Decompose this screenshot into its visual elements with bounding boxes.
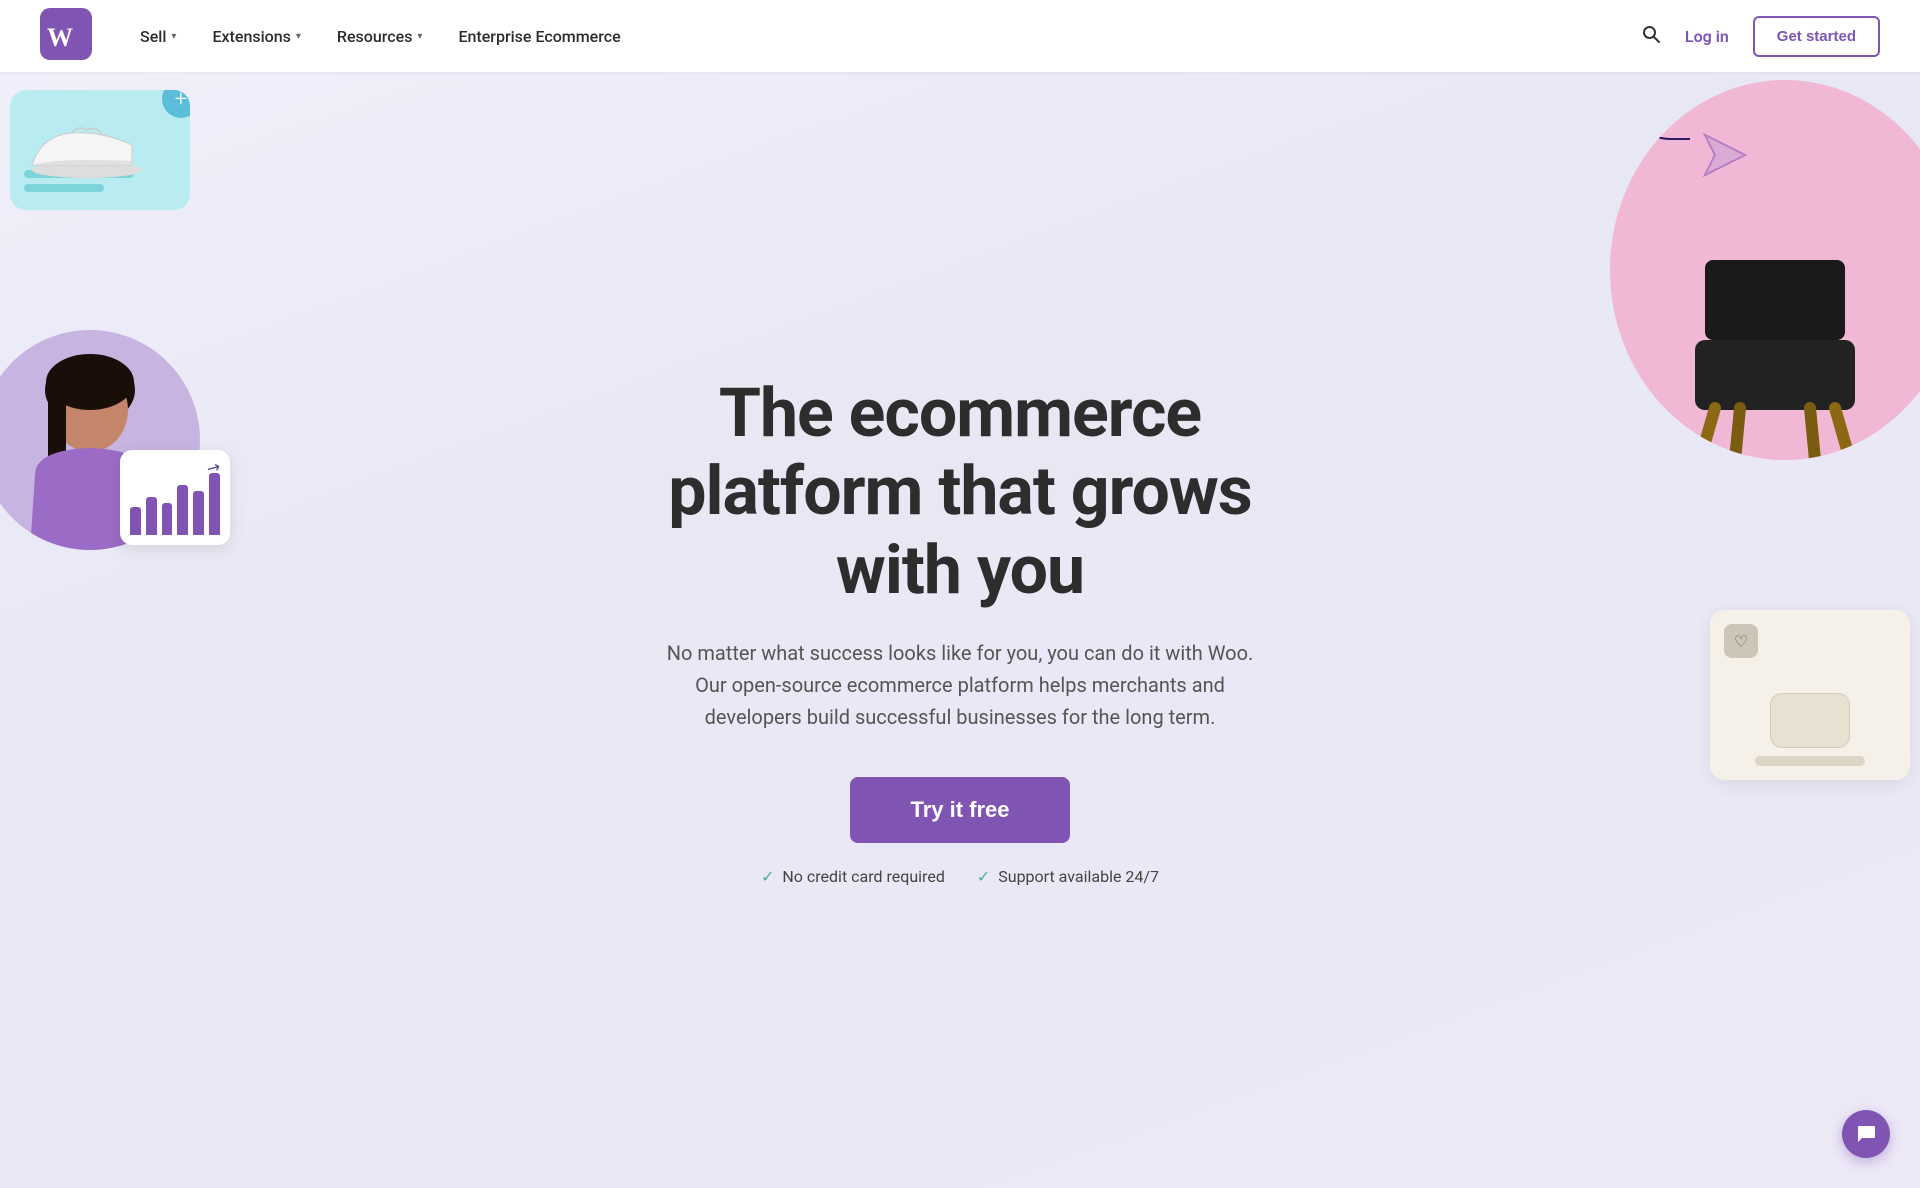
svg-text:W: W bbox=[47, 23, 73, 52]
chevron-down-icon: ▾ bbox=[296, 31, 301, 42]
hero-title: The ecommerce platform that grows with y… bbox=[630, 374, 1290, 609]
bar-1 bbox=[130, 507, 141, 535]
nav-sell[interactable]: Sell ▾ bbox=[140, 27, 176, 46]
hero-badges: ✓ No credit card required ✓ Support avai… bbox=[630, 867, 1290, 886]
bar-3 bbox=[162, 503, 173, 535]
shoe-image bbox=[22, 115, 142, 185]
product-card: ♡ bbox=[1710, 610, 1910, 780]
nav-enterprise[interactable]: Enterprise Ecommerce bbox=[458, 27, 620, 46]
soap-plate bbox=[1755, 756, 1865, 766]
paper-plane-icon bbox=[1700, 130, 1750, 184]
nav-links: Sell ▾ Extensions ▾ Resources ▾ Enterpri… bbox=[140, 27, 1641, 46]
nav-extensions[interactable]: Extensions ▾ bbox=[212, 27, 300, 46]
nav-resources[interactable]: Resources ▾ bbox=[337, 27, 423, 46]
curve-decoration bbox=[1630, 100, 1690, 140]
check-icon-1: ✓ bbox=[761, 867, 774, 886]
deco-left: + ↗ bbox=[0, 90, 280, 590]
chair-decoration bbox=[1610, 80, 1920, 460]
chevron-down-icon: ▾ bbox=[417, 31, 422, 42]
search-button[interactable] bbox=[1641, 24, 1661, 49]
hero-content: The ecommerce platform that grows with y… bbox=[610, 374, 1310, 886]
check-icon-2: ✓ bbox=[977, 867, 990, 886]
logo[interactable]: W bbox=[40, 8, 92, 64]
login-link[interactable]: Log in bbox=[1685, 27, 1729, 46]
bar-2 bbox=[146, 497, 157, 535]
hero-section: + ↗ bbox=[0, 0, 1920, 1188]
no-credit-card-badge: ✓ No credit card required bbox=[761, 867, 945, 886]
chart-card: ↗ bbox=[120, 450, 230, 545]
support-badge: ✓ Support available 24/7 bbox=[977, 867, 1159, 886]
deco-right: ♡ bbox=[1610, 80, 1920, 460]
try-it-free-button[interactable]: Try it free bbox=[850, 777, 1069, 843]
add-icon[interactable]: + bbox=[162, 90, 190, 118]
trend-arrow-icon: ↗ bbox=[203, 456, 224, 479]
soap-image bbox=[1770, 693, 1850, 748]
nav-right: Log in Get started bbox=[1641, 16, 1880, 57]
chevron-down-icon: ▾ bbox=[171, 31, 176, 42]
bar-4 bbox=[177, 485, 188, 535]
bar-6 bbox=[209, 473, 220, 535]
bar-5 bbox=[193, 491, 204, 535]
shoe-card: + bbox=[10, 90, 190, 210]
navigation: W Sell ▾ Extensions ▾ Resources ▾ Enterp… bbox=[0, 0, 1920, 72]
heart-icon: ♡ bbox=[1724, 624, 1758, 658]
hero-subtitle: No matter what success looks like for yo… bbox=[650, 637, 1270, 733]
chat-bubble[interactable] bbox=[1842, 1110, 1890, 1158]
get-started-button[interactable]: Get started bbox=[1753, 16, 1880, 57]
